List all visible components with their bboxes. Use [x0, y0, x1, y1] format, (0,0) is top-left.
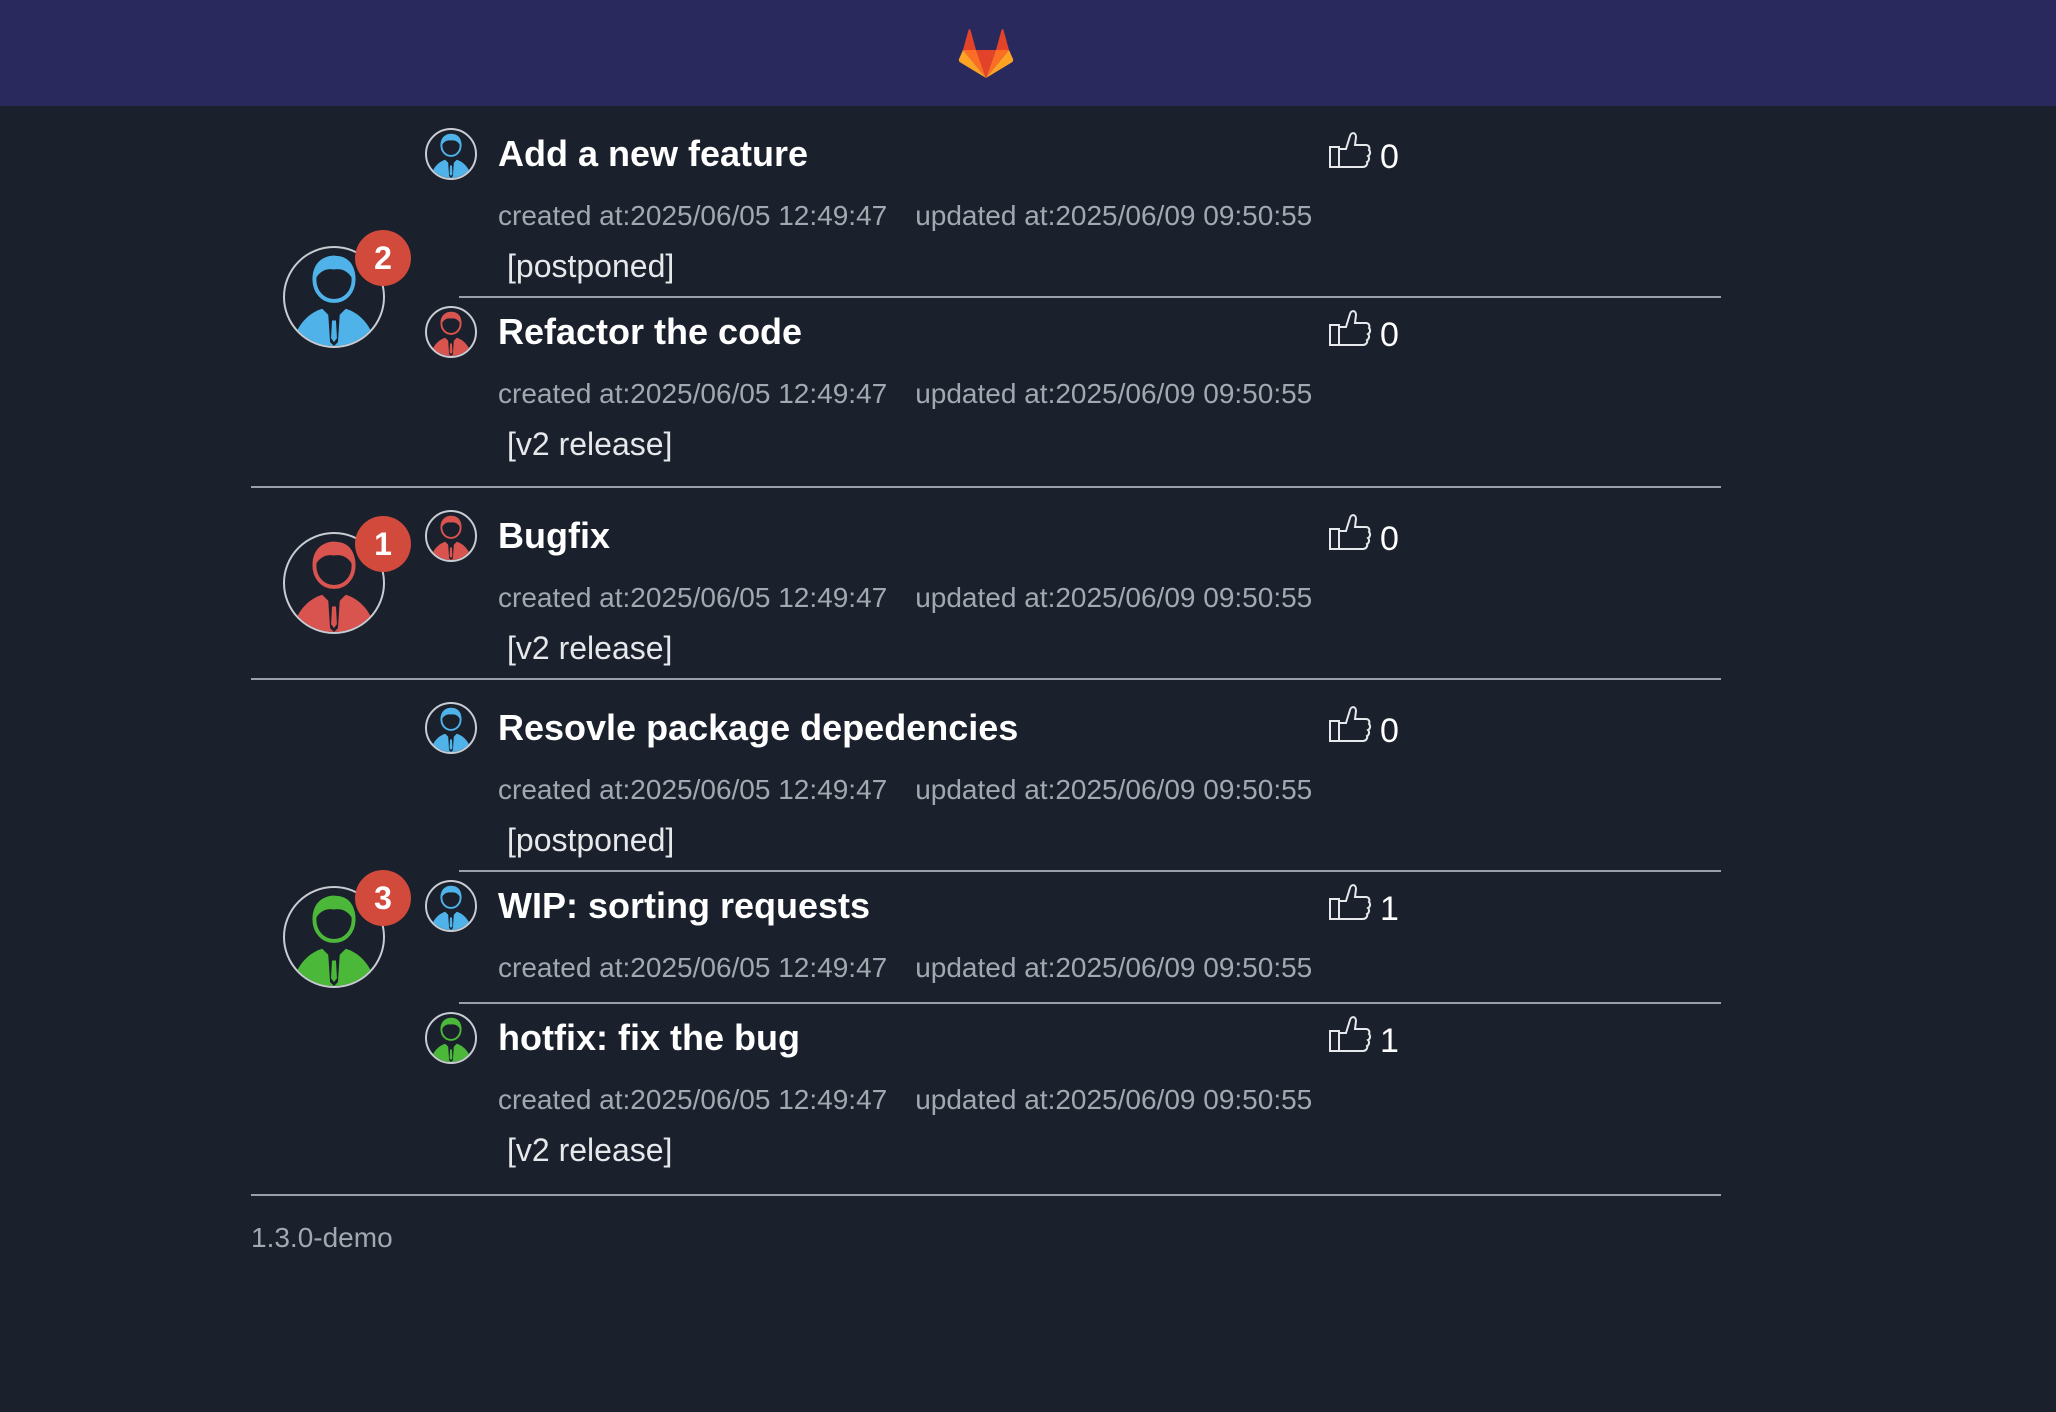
merge-request-title[interactable]: hotfix: fix the bug — [498, 1017, 800, 1059]
top-bar — [0, 0, 2056, 106]
merge-request-item: Refactor the code 0 created at:2025/06/05 … — [425, 296, 1721, 488]
group-avatar-column: 3 — [251, 680, 459, 1194]
author-group: 2 Add a new feature 0 created at:2025/06/05… — [251, 106, 1721, 488]
updated-at: updated at:2025/06/09 09:50:55 — [915, 1084, 1313, 1115]
created-at: created at:2025/06/05 12:49:47 — [498, 952, 888, 983]
thumbs-up-icon[interactable] — [1328, 882, 1372, 922]
merge-request-item: Add a new feature 0 created at:2025/06/05 … — [425, 106, 1721, 296]
thumbs-up-icon[interactable] — [1328, 130, 1372, 170]
count-badge: 2 — [355, 230, 411, 286]
merge-request-title[interactable]: Resovle package depedencies — [498, 707, 1018, 749]
upvote-count: 0 — [1380, 712, 1399, 750]
merge-request-item: Bugfix 0 created at:2025/06/05 12:49:47 upd… — [425, 488, 1721, 678]
upvote-count: 0 — [1380, 520, 1399, 558]
timestamps: created at:2025/06/05 12:49:47 updated at… — [498, 582, 1312, 614]
version-label: 1.3.0-demo — [251, 1222, 393, 1253]
created-at: created at:2025/06/05 12:49:47 — [498, 378, 888, 409]
created-at: created at:2025/06/05 12:49:47 — [498, 200, 888, 231]
created-at: created at:2025/06/05 12:49:47 — [498, 582, 888, 613]
author-avatar[interactable] — [425, 306, 477, 358]
upvote-count: 1 — [1380, 890, 1399, 928]
author-avatar[interactable] — [425, 128, 477, 180]
timestamps: created at:2025/06/05 12:49:47 updated at… — [498, 774, 1312, 806]
timestamps: created at:2025/06/05 12:49:47 updated at… — [498, 200, 1312, 232]
timestamps: created at:2025/06/05 12:49:47 updated at… — [498, 1084, 1312, 1116]
merge-request-title[interactable]: WIP: sorting requests — [498, 885, 870, 927]
gitlab-tanuki-icon[interactable] — [958, 26, 1014, 80]
upvote-count: 0 — [1380, 138, 1399, 176]
author-group: 3 Resovle package depedencies 0 created at:… — [251, 680, 1721, 1196]
updated-at: updated at:2025/06/09 09:50:55 — [915, 200, 1313, 231]
count-badge: 1 — [355, 516, 411, 572]
merge-request-groups: 2 Add a new feature 0 created at:2025/06/05… — [251, 106, 1721, 1196]
merge-request-title[interactable]: Refactor the code — [498, 311, 802, 353]
merge-request-list: Add a new feature 0 created at:2025/06/05 … — [425, 106, 1721, 488]
milestone-label: [postponed] — [507, 248, 675, 284]
author-avatar[interactable] — [425, 702, 477, 754]
updated-at: updated at:2025/06/09 09:50:55 — [915, 952, 1313, 983]
author-avatar[interactable] — [425, 1012, 477, 1064]
merge-request-title[interactable]: Add a new feature — [498, 133, 808, 175]
timestamps: created at:2025/06/05 12:49:47 updated at… — [498, 378, 1312, 410]
count-badge: 3 — [355, 870, 411, 926]
updated-at: updated at:2025/06/09 09:50:55 — [915, 378, 1313, 409]
created-at: created at:2025/06/05 12:49:47 — [498, 1084, 888, 1115]
merge-request-item: hotfix: fix the bug 1 created at:2025/06/0… — [425, 1002, 1721, 1194]
merge-request-title[interactable]: Bugfix — [498, 515, 610, 557]
milestone-label: [v2 release] — [507, 426, 673, 462]
author-avatar[interactable] — [425, 510, 477, 562]
thumbs-up-icon[interactable] — [1328, 704, 1372, 744]
author-avatar[interactable] — [425, 880, 477, 932]
thumbs-up-icon[interactable] — [1328, 512, 1372, 552]
upvote-count: 1 — [1380, 1022, 1399, 1060]
merge-request-item: Resovle package depedencies 0 created at:2… — [425, 680, 1721, 870]
author-group: 1 Bugfix 0 created at:2025/06/05 12:49:47 up… — [251, 488, 1721, 680]
merge-request-list: Bugfix 0 created at:2025/06/05 12:49:47 upd… — [425, 488, 1721, 678]
thumbs-up-icon[interactable] — [1328, 308, 1372, 348]
timestamps: created at:2025/06/05 12:49:47 updated at… — [498, 952, 1312, 984]
merge-request-item: WIP: sorting requests 1 created at:2025/06… — [425, 870, 1721, 1002]
milestone-label: [postponed] — [507, 822, 675, 858]
updated-at: updated at:2025/06/09 09:50:55 — [915, 582, 1313, 613]
milestone-label: [v2 release] — [507, 630, 673, 666]
merge-request-list: Resovle package depedencies 0 created at:2… — [425, 680, 1721, 1194]
upvote-count: 0 — [1380, 316, 1399, 354]
created-at: created at:2025/06/05 12:49:47 — [498, 774, 888, 805]
group-avatar-column: 1 — [251, 488, 459, 678]
milestone-label: [v2 release] — [507, 1132, 673, 1168]
thumbs-up-icon[interactable] — [1328, 1014, 1372, 1054]
updated-at: updated at:2025/06/09 09:50:55 — [915, 774, 1313, 805]
